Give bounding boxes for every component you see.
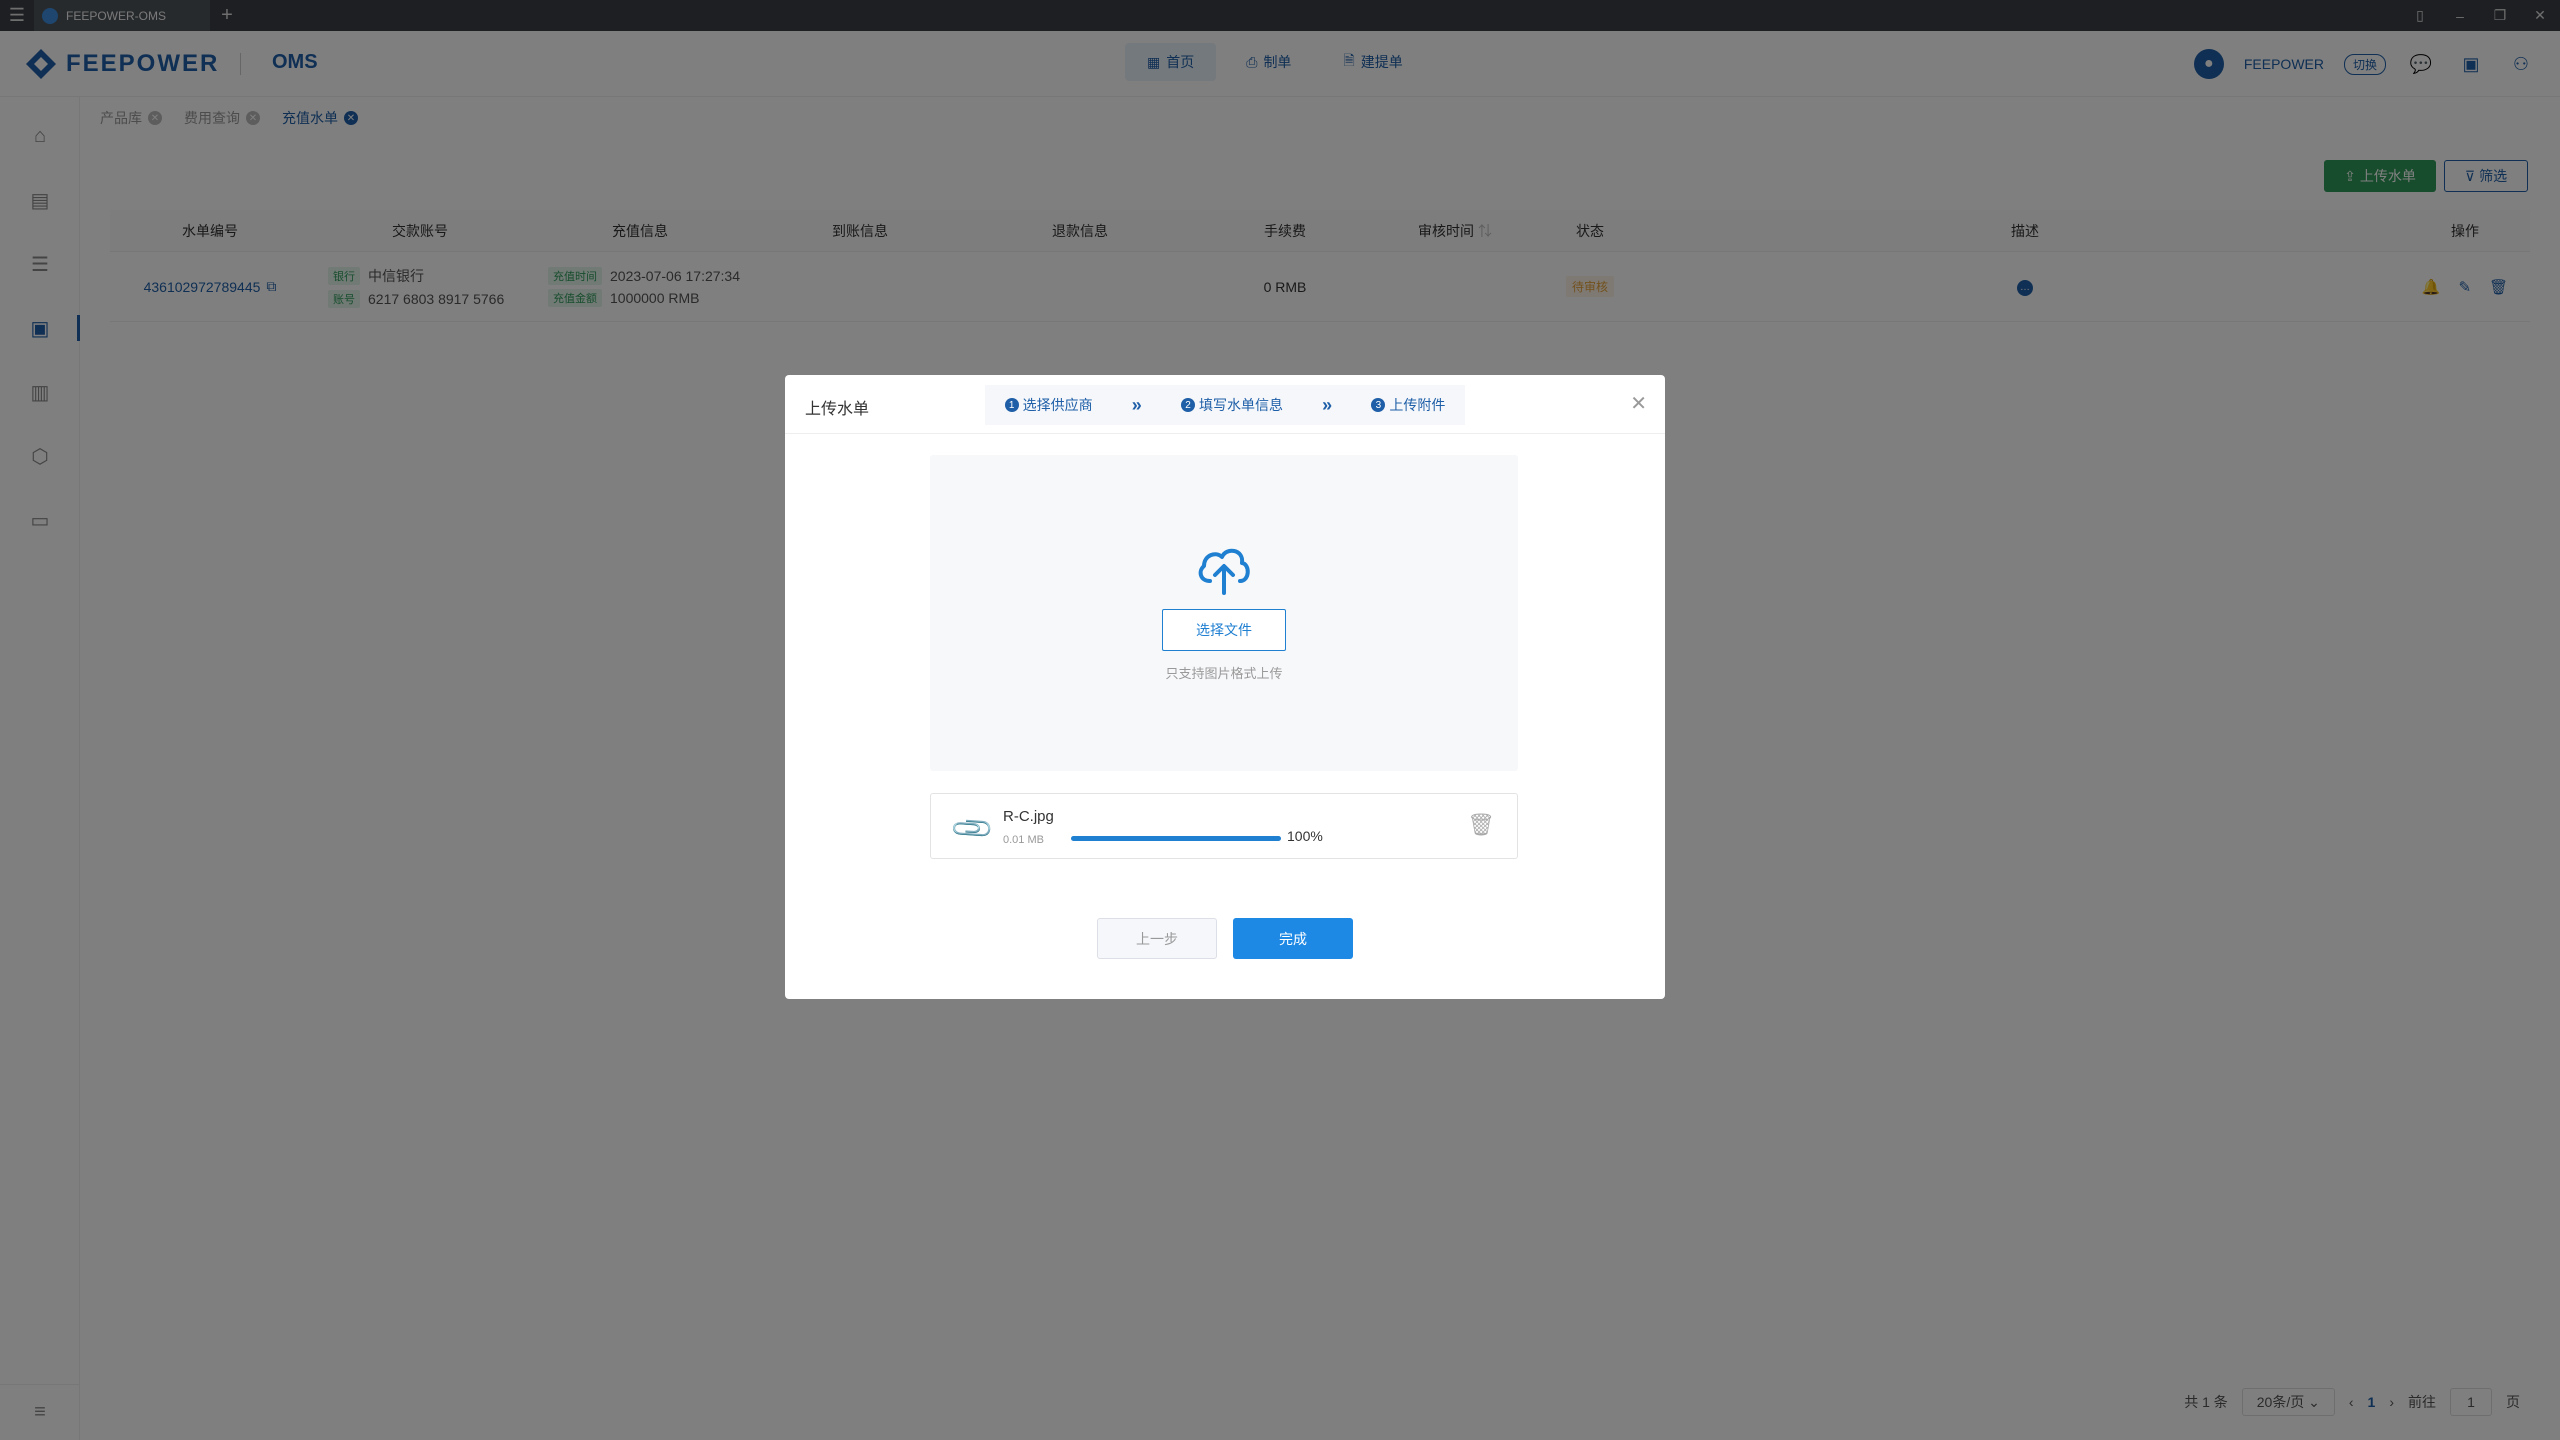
- upload-slip-dialog: 上传水单 1 选择供应商 » 2 填写水单信息 » 3 上传附件 ✕ 选择文件 只支持…: [785, 375, 1665, 999]
- dialog-title: 上传水单: [805, 401, 870, 418]
- step-fill-info: 2 填写水单信息: [1180, 395, 1283, 415]
- file-size: 0.01 MB: [1003, 834, 1044, 846]
- step-label: 填写水单信息: [1198, 397, 1283, 413]
- upload-progress-bar: [1071, 836, 1281, 841]
- double-chevron-icon: »: [1131, 394, 1142, 415]
- progress-fill: [1071, 836, 1281, 841]
- progress-percent: 100%: [1287, 828, 1323, 844]
- upload-dropzone[interactable]: 选择文件 只支持图片格式上传: [930, 455, 1518, 771]
- divider: [785, 433, 1665, 434]
- finish-button[interactable]: 完成: [1233, 918, 1353, 959]
- step-upload-attachment: 3 上传附件: [1371, 395, 1445, 415]
- trash-icon[interactable]: 🗑: [1467, 812, 1495, 838]
- upload-hint: 只支持图片格式上传: [1165, 666, 1283, 681]
- step-label: 上传附件: [1389, 397, 1446, 413]
- paperclip-icon: 📎: [949, 805, 996, 852]
- double-chevron-icon: »: [1322, 394, 1333, 415]
- step-select-supplier: 1 选择供应商: [1004, 395, 1093, 415]
- step-indicator: 1 选择供应商 » 2 填写水单信息 » 3 上传附件: [985, 385, 1465, 425]
- file-name: R-C.jpg: [1003, 808, 1054, 825]
- choose-file-button[interactable]: 选择文件: [1162, 609, 1286, 651]
- previous-step-button[interactable]: 上一步: [1097, 918, 1217, 959]
- cloud-upload-icon: [1198, 548, 1250, 595]
- close-icon[interactable]: ✕: [1630, 391, 1647, 416]
- step-number: 3: [1371, 398, 1386, 412]
- step-number: 2: [1180, 398, 1195, 412]
- step-label: 选择供应商: [1022, 397, 1093, 413]
- step-number: 1: [1004, 398, 1019, 412]
- uploaded-file-item: 📎 R-C.jpg 0.01 MB 100% 🗑: [930, 793, 1518, 859]
